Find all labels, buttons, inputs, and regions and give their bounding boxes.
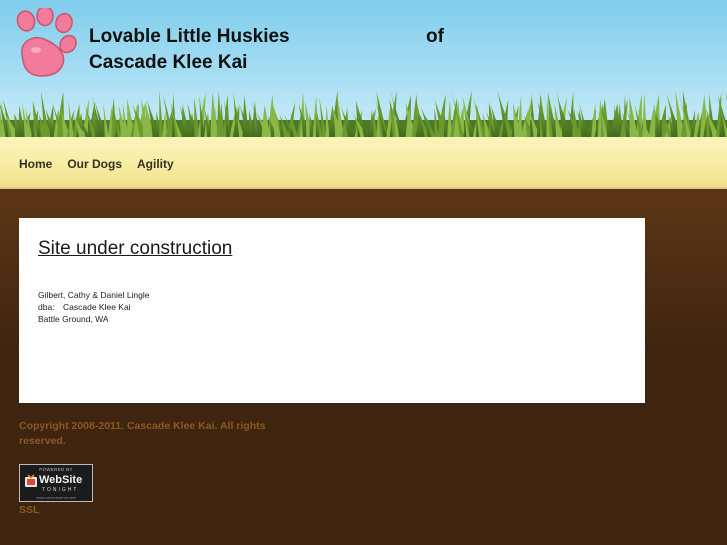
badge-tonight-text: TONIGHT [42,487,79,493]
grass-blade [517,95,523,137]
nav-item-home[interactable]: Home [19,157,52,171]
website-tonight-badge[interactable]: POWERED BY WebSite TONIGHT www.secureser… [19,464,93,502]
address-line-city: Battle Ground, WA [38,314,109,324]
copyright-text: Copyright 2008-2011. Cascade Klee Kai. A… [19,420,266,447]
nav-item-our-dogs[interactable]: Our Dogs [67,157,122,171]
address-line-names: Gilbert, Cathy & Daniel Lingle [38,290,150,300]
content-panel: Site under construction Gilbert, Cathy &… [19,218,645,403]
nav-item-agility[interactable]: Agility [137,157,174,171]
badge-powered-text: POWERED BY [39,467,73,472]
nav-menu: Home Our Dogs Agility [19,157,174,171]
badge-url-text: www.secureserver.net [36,495,76,500]
dba-label: dba: [38,302,55,312]
ssl-link[interactable]: SSL [19,504,39,516]
badge-website-text: WebSite [39,474,83,486]
grass-blade [597,97,602,137]
site-title-line1: Lovable Little Huskies [89,26,290,47]
site-title-line2: Cascade Klee Kai [89,52,248,73]
grass-banner [0,90,727,137]
business-name: Cascade Klee Kai [63,302,131,312]
main-nav: Home Our Dogs Agility [0,137,727,189]
site-header: Lovable Little Huskies of Cascade Klee K… [0,0,727,137]
paw-print-icon [16,8,77,77]
website-tonight-logo-icon [25,474,37,487]
address-line-dba: dba: Cascade Klee Kai [38,301,150,313]
contact-address: Gilbert, Cathy & Daniel Lingle dba: Casca… [38,289,150,325]
site-title-of: of [426,26,444,47]
page-heading: Site under construction [38,238,233,259]
